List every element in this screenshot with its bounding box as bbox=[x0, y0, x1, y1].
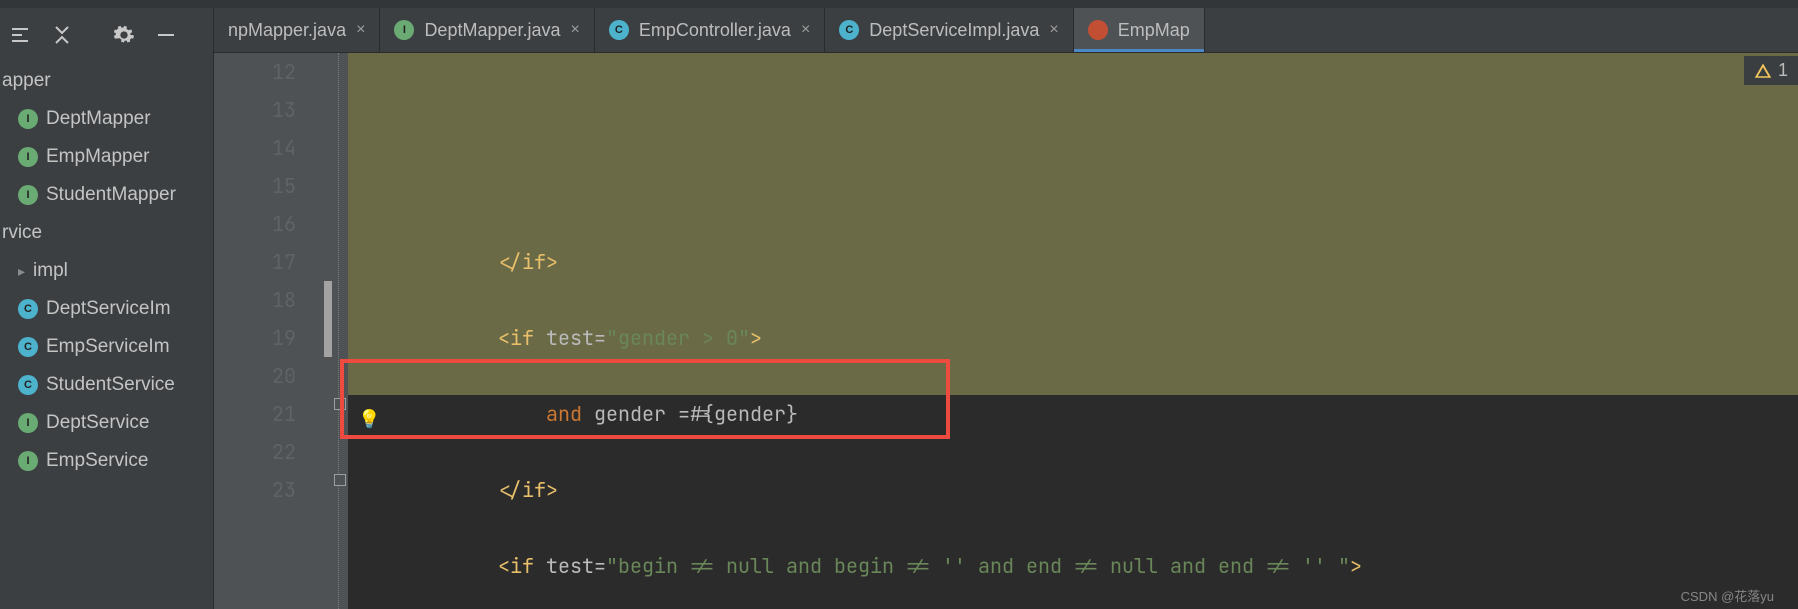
expand-all-icon[interactable] bbox=[8, 23, 32, 47]
tab[interactable]: C DeptServiceImpl.java × bbox=[825, 8, 1073, 52]
folder-icon: ▸ bbox=[18, 252, 25, 290]
close-icon[interactable]: × bbox=[571, 21, 580, 39]
close-icon[interactable]: × bbox=[356, 21, 365, 39]
tree-item[interactable]: I StudentMapper bbox=[0, 176, 213, 214]
tab-label: EmpMap bbox=[1118, 20, 1190, 41]
folder-label: rvice bbox=[2, 214, 42, 252]
code-token: test= bbox=[546, 325, 606, 351]
tab-label: npMapper.java bbox=[228, 20, 346, 41]
code-token: gender =#{gender} bbox=[594, 401, 798, 427]
class-icon: C bbox=[18, 375, 38, 395]
main: apper I DeptMapper I EmpMapper I StudentMap… bbox=[0, 8, 1798, 609]
project-sidebar: apper I DeptMapper I EmpMapper I StudentMap… bbox=[0, 8, 214, 609]
line-number: 14 bbox=[214, 129, 296, 167]
tree-item[interactable]: C DeptServiceIm bbox=[0, 290, 213, 328]
tab-label: DeptMapper.java bbox=[424, 20, 560, 41]
tree-folder-service[interactable]: rvice bbox=[0, 214, 213, 252]
xml-icon bbox=[1088, 20, 1108, 40]
code-token: test= bbox=[546, 553, 606, 579]
line-number: 12 bbox=[214, 53, 296, 91]
tab[interactable]: C EmpController.java × bbox=[595, 8, 825, 52]
tree-label: DeptService bbox=[46, 404, 150, 442]
minimize-icon[interactable] bbox=[154, 23, 178, 47]
warning-badge[interactable]: 1 bbox=[1744, 56, 1798, 85]
warning-icon bbox=[1754, 62, 1772, 80]
interface-icon: I bbox=[18, 413, 38, 433]
code-token: </if> bbox=[498, 249, 558, 275]
code-token: > bbox=[750, 325, 762, 351]
tree-item[interactable]: I EmpService bbox=[0, 442, 213, 480]
project-tree[interactable]: apper I DeptMapper I EmpMapper I StudentMap… bbox=[0, 62, 213, 609]
tab[interactable]: I DeptMapper.java × bbox=[380, 8, 594, 52]
editor-area: npMapper.java × I DeptMapper.java × C EmpCon… bbox=[214, 8, 1798, 609]
interface-icon: I bbox=[18, 451, 38, 471]
line-number: 16 bbox=[214, 205, 296, 243]
tree-label: DeptServiceIm bbox=[46, 290, 171, 328]
interface-icon: I bbox=[394, 20, 414, 40]
tab[interactable]: npMapper.java × bbox=[214, 8, 380, 52]
code-token: > bbox=[1350, 553, 1362, 579]
watermark: CSDN @花落yu bbox=[1681, 586, 1774, 605]
tree-item[interactable]: C StudentService bbox=[0, 366, 213, 404]
line-number: 22 bbox=[214, 433, 296, 471]
folder-label: impl bbox=[33, 252, 68, 290]
tree-folder-impl[interactable]: ▸impl bbox=[0, 252, 213, 290]
folder-label: apper bbox=[2, 62, 51, 100]
tree-item[interactable]: C EmpServiceIm bbox=[0, 328, 213, 366]
code-token: <if bbox=[498, 325, 534, 351]
fold-handle-icon[interactable] bbox=[334, 474, 346, 486]
top-spacer bbox=[0, 0, 1798, 8]
close-icon[interactable]: × bbox=[801, 21, 810, 39]
code-token: "begin != null and begin != '' and end !… bbox=[606, 553, 1350, 579]
code-editor[interactable]: 12 13 14 15 16 17 18 19 20 21 22 23 bbox=[214, 53, 1798, 609]
line-gutter: 12 13 14 15 16 17 18 19 20 21 22 23 bbox=[214, 53, 332, 609]
line-number: 23 bbox=[214, 471, 296, 509]
app-root: apper I DeptMapper I EmpMapper I StudentMap… bbox=[0, 0, 1798, 609]
tree-label: EmpMapper bbox=[46, 138, 150, 176]
tree-item[interactable]: I DeptMapper bbox=[0, 100, 213, 138]
class-icon: C bbox=[18, 299, 38, 319]
class-icon: C bbox=[609, 20, 629, 40]
tree-item[interactable]: I DeptService bbox=[0, 404, 213, 442]
gutter-selection bbox=[324, 281, 332, 357]
class-icon: C bbox=[839, 20, 859, 40]
code-token: and bbox=[546, 401, 594, 427]
line-number: 19 bbox=[214, 319, 296, 357]
interface-icon: I bbox=[18, 185, 38, 205]
line-number: 20 bbox=[214, 357, 296, 395]
interface-icon: I bbox=[18, 109, 38, 129]
tab-label: EmpController.java bbox=[639, 20, 791, 41]
code-content[interactable]: 💡 </if> <if test="gender > 0"> and gende… bbox=[348, 53, 1798, 609]
gear-icon[interactable] bbox=[112, 23, 136, 47]
interface-icon: I bbox=[18, 147, 38, 167]
collapse-all-icon[interactable] bbox=[50, 23, 74, 47]
fold-line bbox=[338, 53, 339, 609]
line-number: 18 bbox=[214, 281, 296, 319]
line-number: 21 bbox=[214, 395, 296, 433]
class-icon: C bbox=[18, 337, 38, 357]
fold-handle-icon[interactable] bbox=[334, 398, 346, 410]
code-token: "gender > 0" bbox=[606, 325, 750, 351]
close-icon[interactable]: × bbox=[1049, 21, 1058, 39]
tree-label: EmpService bbox=[46, 442, 148, 480]
tree-item[interactable]: I EmpMapper bbox=[0, 138, 213, 176]
sidebar-toolbar bbox=[0, 8, 213, 62]
tree-label: DeptMapper bbox=[46, 100, 151, 138]
line-number: 17 bbox=[214, 243, 296, 281]
tab-active[interactable]: EmpMap bbox=[1074, 8, 1205, 52]
line-number: 15 bbox=[214, 167, 296, 205]
tree-label: EmpServiceIm bbox=[46, 328, 170, 366]
tree-folder-mapper[interactable]: apper bbox=[0, 62, 213, 100]
fold-bar bbox=[332, 53, 348, 609]
line-number: 13 bbox=[214, 91, 296, 129]
tab-label: DeptServiceImpl.java bbox=[869, 20, 1039, 41]
code-token: <if bbox=[498, 553, 534, 579]
code-token: </if> bbox=[498, 477, 558, 503]
editor-tabs: npMapper.java × I DeptMapper.java × C EmpCon… bbox=[214, 8, 1798, 53]
tree-label: StudentMapper bbox=[46, 176, 176, 214]
tree-label: StudentService bbox=[46, 366, 175, 404]
warning-count: 1 bbox=[1778, 60, 1788, 81]
